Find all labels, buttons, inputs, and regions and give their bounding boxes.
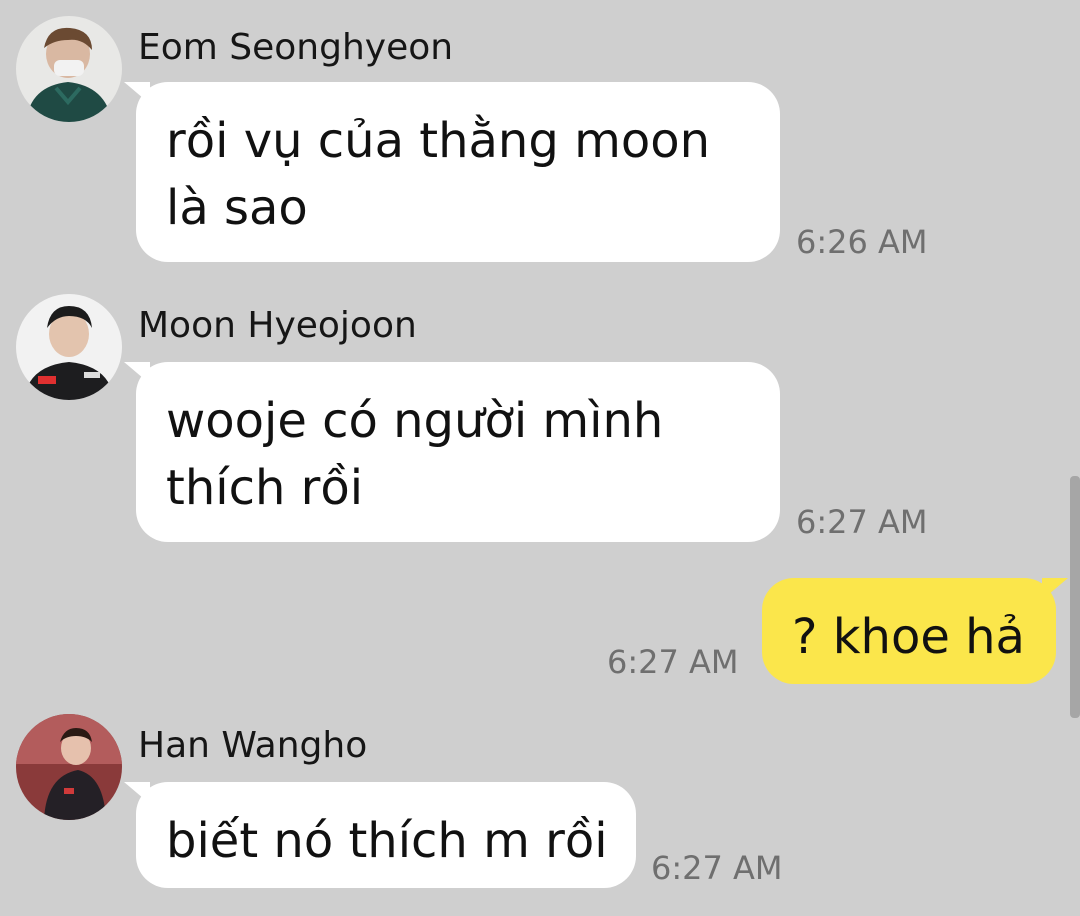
- message-bubble-outgoing[interactable]: ? khoe hả: [762, 578, 1068, 684]
- message-text: ? khoe hả: [792, 609, 1025, 665]
- sender-name: Moon Hyeojoon: [138, 305, 417, 346]
- avatar[interactable]: [16, 294, 122, 400]
- sender-name: Han Wangho: [138, 725, 368, 766]
- message-timestamp: 6:27 AM: [607, 643, 739, 681]
- sender-name: Eom Seonghyeon: [138, 27, 454, 68]
- message-timestamp: 6:26 AM: [796, 223, 928, 261]
- message-bubble[interactable]: rồi vụ của thằng moon là sao: [124, 82, 780, 262]
- scrollbar[interactable]: [1070, 476, 1080, 718]
- avatar[interactable]: [16, 16, 122, 122]
- message-bubble[interactable]: wooje có người mình thích rồi: [124, 362, 780, 542]
- message-text: biết nó thích m rồi: [166, 813, 608, 869]
- message-text: là sao: [166, 180, 308, 236]
- avatar[interactable]: [16, 714, 122, 820]
- message-text: wooje có người mình: [166, 393, 664, 449]
- message-bubble[interactable]: biết nó thích m rồi: [124, 782, 636, 888]
- message-timestamp: 6:27 AM: [651, 849, 783, 887]
- message-text: rồi vụ của thằng moon: [166, 113, 710, 169]
- message-text: thích rồi: [166, 460, 364, 516]
- message-timestamp: 6:27 AM: [796, 503, 928, 541]
